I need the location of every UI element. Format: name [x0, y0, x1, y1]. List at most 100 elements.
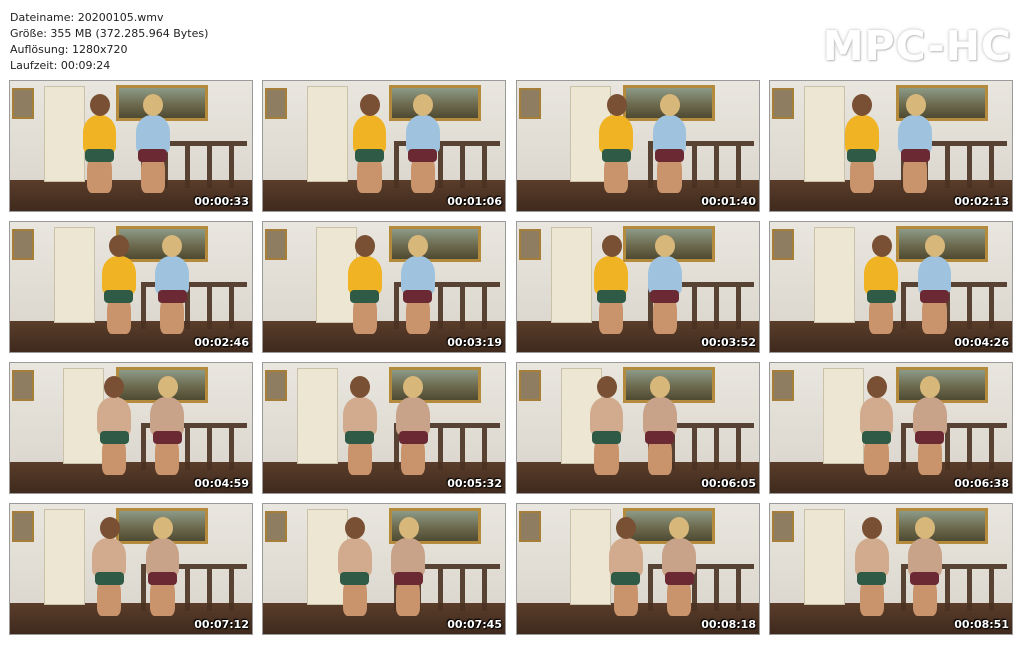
scene-door [813, 227, 855, 324]
scene-figure [352, 114, 387, 154]
thumbnail-timestamp: 00:05:32 [447, 477, 502, 490]
scene-figure-shorts [900, 148, 930, 162]
video-thumbnail[interactable]: 00:07:45 [262, 503, 506, 635]
video-thumbnail[interactable]: 00:03:52 [516, 221, 760, 353]
thumbnail-timestamp: 00:03:52 [701, 336, 756, 349]
scene-door [43, 86, 85, 183]
scene-small-picture [519, 87, 542, 119]
scene-figure-head [359, 94, 380, 116]
scene-figure-shorts [408, 148, 438, 162]
video-thumbnail[interactable]: 00:02:13 [769, 80, 1013, 212]
scene-small-picture [12, 87, 35, 119]
scene-figure [647, 255, 682, 295]
scene-figure-head [157, 376, 178, 398]
scene-small-picture [772, 228, 795, 260]
scene-figure-shorts [104, 289, 134, 303]
scene-figure-shorts [152, 430, 182, 444]
scene-figure [652, 114, 687, 154]
scene-figure-shorts [866, 289, 896, 303]
scene-door [296, 368, 338, 465]
scene-door [306, 86, 348, 183]
thumbnail-timestamp: 00:08:18 [701, 618, 756, 631]
scene-figure [135, 114, 170, 154]
video-thumbnail[interactable]: 00:01:06 [262, 80, 506, 212]
thumbnail-timestamp: 00:04:59 [194, 477, 249, 490]
scene-figure-head [601, 235, 622, 257]
scene-figure [864, 255, 899, 295]
video-thumbnail[interactable]: 00:05:32 [262, 362, 506, 494]
scene-figure-shorts [861, 430, 891, 444]
video-thumbnail[interactable]: 00:03:19 [262, 221, 506, 353]
scene-painting [388, 225, 481, 263]
scene-figure-shorts [592, 430, 622, 444]
scene-door [803, 86, 845, 183]
video-thumbnail[interactable]: 00:06:05 [516, 362, 760, 494]
scene-figure-head [350, 376, 371, 398]
scene-figure-head [152, 517, 173, 539]
file-size: Größe: 355 MB (372.285.964 Bytes) [10, 27, 209, 40]
thumbnail-timestamp: 00:03:19 [447, 336, 502, 349]
thumbnail-timestamp: 00:01:40 [701, 195, 756, 208]
scene-figure-head [871, 235, 892, 257]
scene-figure-shorts [85, 148, 115, 162]
scene-figure-shorts [157, 289, 187, 303]
file-resolution: Auflösung: 1280x720 [10, 43, 128, 56]
video-thumbnail[interactable]: 00:02:46 [9, 221, 253, 353]
scene-figure-head [866, 376, 887, 398]
video-thumbnail[interactable]: 00:00:33 [9, 80, 253, 212]
scene-figure-shorts [654, 148, 684, 162]
scene-figure [396, 396, 430, 436]
scene-figure-head [654, 235, 675, 257]
scene-small-picture [772, 369, 795, 401]
scene-figure-shorts [664, 571, 694, 585]
scene-figure [155, 255, 190, 295]
video-thumbnail[interactable]: 00:08:51 [769, 503, 1013, 635]
scene-figure-head [650, 376, 671, 398]
scene-figure-head [924, 235, 945, 257]
video-thumbnail[interactable]: 00:06:38 [769, 362, 1013, 494]
video-thumbnail[interactable]: 00:07:12 [9, 503, 253, 635]
video-thumbnail[interactable]: 00:01:40 [516, 80, 760, 212]
scene-figure [859, 396, 894, 436]
thumbnail-timestamp: 00:00:33 [194, 195, 249, 208]
thumbnail-timestamp: 00:02:46 [194, 336, 249, 349]
scene-figure-shorts [345, 430, 375, 444]
scene-small-picture [265, 369, 288, 401]
scene-painting [895, 507, 988, 545]
scene-figure [82, 114, 117, 154]
scene-figure-head [89, 94, 110, 116]
scene-figure-shorts [915, 430, 945, 444]
scene-figure-head [596, 376, 617, 398]
scene-figure [662, 537, 697, 577]
scene-small-picture [12, 369, 35, 401]
scene-small-picture [12, 228, 35, 260]
scene-small-picture [519, 369, 542, 401]
thumbnail-timestamp: 00:04:26 [954, 336, 1009, 349]
scene-small-picture [772, 510, 795, 542]
thumbnail-timestamp: 00:08:51 [954, 618, 1009, 631]
scene-small-picture [265, 510, 288, 542]
scene-figure [594, 255, 629, 295]
scene-figure-head [920, 376, 941, 398]
scene-figure [589, 396, 624, 436]
file-info: Dateiname: 20200105.wmv Größe: 355 MB (3… [10, 10, 208, 74]
thumbnail-timestamp: 00:01:06 [447, 195, 502, 208]
scene-figure-head [861, 517, 882, 539]
video-thumbnail[interactable]: 00:04:59 [9, 362, 253, 494]
scene-painting [388, 84, 481, 122]
scene-figure-shorts [398, 430, 428, 444]
scene-door [43, 509, 85, 606]
scene-figure-head [99, 517, 120, 539]
video-thumbnail[interactable]: 00:04:26 [769, 221, 1013, 353]
video-thumbnail[interactable]: 00:08:18 [516, 503, 760, 635]
scene-door [550, 227, 592, 324]
scene-figure-shorts [393, 571, 423, 585]
scene-figure-shorts [403, 289, 433, 303]
scene-figure-head [905, 94, 926, 116]
scene-figure-shorts [350, 289, 380, 303]
scene-figure-shorts [920, 289, 950, 303]
scene-door [570, 509, 612, 606]
thumbnail-timestamp: 00:07:12 [194, 618, 249, 631]
scene-painting [895, 366, 988, 404]
scene-figure-head [659, 94, 680, 116]
